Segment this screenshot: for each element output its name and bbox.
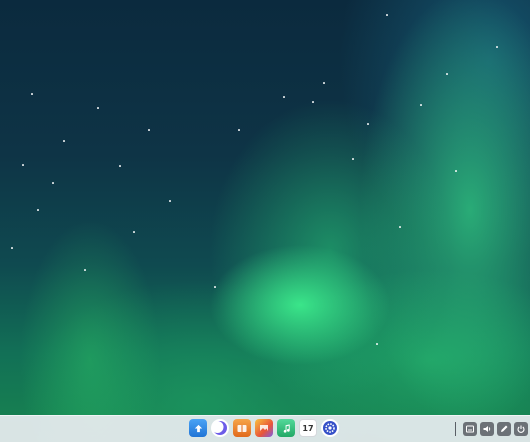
calendar-day: 17	[302, 424, 314, 433]
photo-icon[interactable]	[255, 419, 273, 437]
gear-icon[interactable]	[321, 419, 339, 437]
file-manager-icon[interactable]	[189, 419, 207, 437]
store-icon[interactable]	[233, 419, 251, 437]
pen-icon[interactable]	[497, 422, 511, 436]
music-note-icon[interactable]	[277, 419, 295, 437]
system-tray	[455, 420, 530, 438]
power-icon[interactable]	[514, 422, 528, 436]
calendar-icon[interactable]: 17	[299, 419, 317, 437]
taskbar: 17	[0, 415, 530, 442]
desktop[interactable]: 17	[0, 0, 530, 442]
dock: 17	[189, 419, 339, 439]
keyboard-icon[interactable]	[463, 422, 477, 436]
volume-icon[interactable]	[480, 422, 494, 436]
tray-divider	[455, 422, 456, 436]
crescent-icon[interactable]	[211, 419, 229, 437]
